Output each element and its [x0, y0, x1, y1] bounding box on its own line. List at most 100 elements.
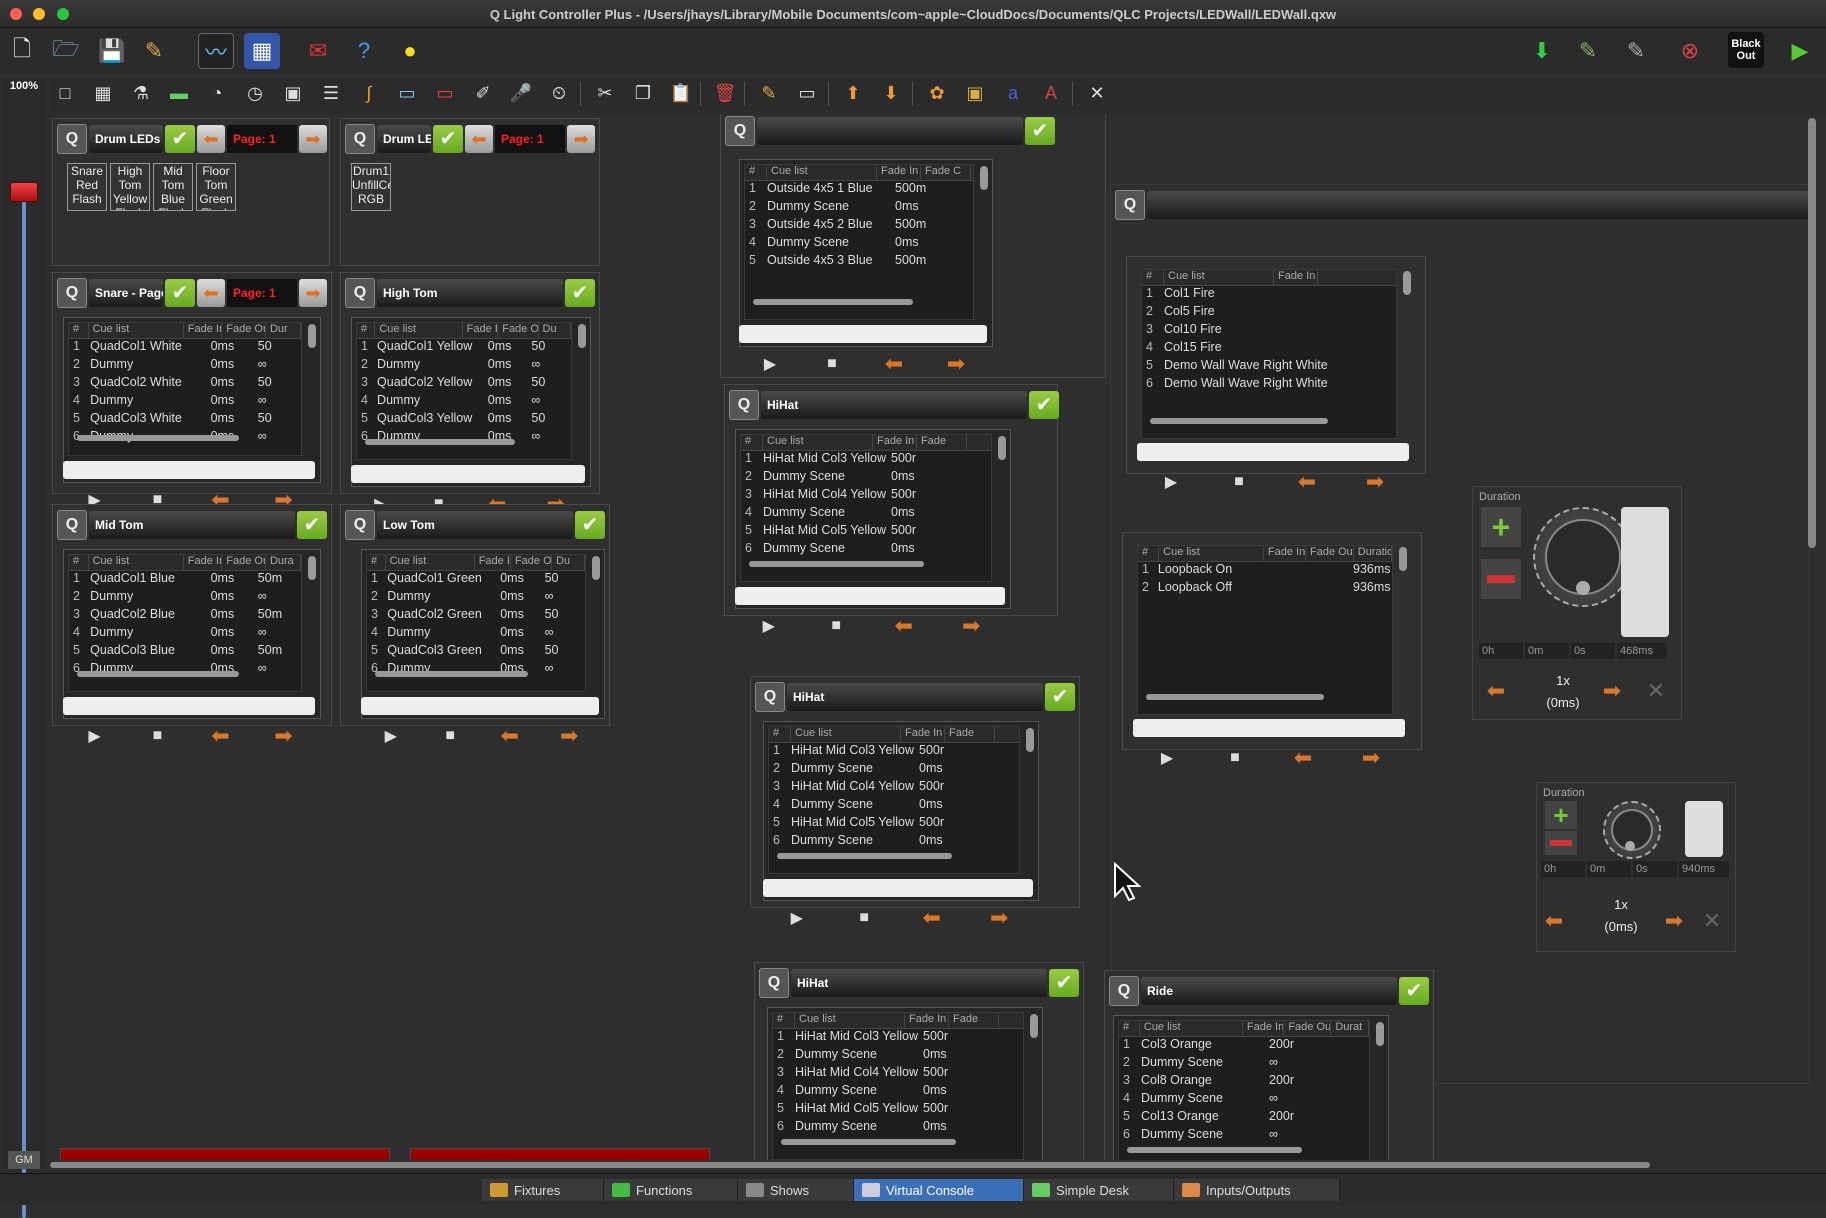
frame-collapse-icon[interactable]: Q [759, 968, 789, 998]
cue-vscroll[interactable] [980, 166, 988, 190]
column-header[interactable]: Fade In [901, 727, 945, 742]
prev-page-button[interactable]: ⬅ [465, 125, 493, 153]
frame-enable-check[interactable]: ✔ [575, 511, 605, 539]
column-header[interactable]: Cue list [1159, 546, 1264, 561]
frame-enable-check[interactable]: ✔ [1399, 977, 1429, 1005]
minutes-field[interactable]: 0m [1525, 643, 1569, 659]
frame-enable-check[interactable]: ✔ [1029, 391, 1059, 419]
column-header[interactable]: Fade In [184, 323, 223, 338]
cue-hscroll[interactable] [375, 671, 528, 677]
table-row[interactable]: 5 QuadCol3 Green 0ms 50 [367, 643, 585, 661]
table-row[interactable]: 2 Dummy 0ms ∞ [69, 589, 301, 607]
mid-tom-cue-list[interactable]: #Cue listFade InFade OutDura1QuadCol1 Bl… [63, 549, 321, 719]
next-cue-icon[interactable]: ➡ [1358, 468, 1392, 496]
page-select[interactable]: Page: 1 [227, 279, 297, 307]
stop-icon[interactable]: ■ [1218, 744, 1252, 772]
cue-vscroll[interactable] [998, 436, 1006, 460]
frame-enable-check[interactable]: ✔ [297, 511, 327, 539]
next-cue-icon[interactable]: ➡ [954, 612, 988, 640]
next-cue-icon[interactable]: ➡ [267, 722, 301, 750]
ride-cue-list[interactable]: # Cue list Fade In Fade Out Durat 1 Col3 Orang… [1113, 1015, 1389, 1164]
previous-cue-icon[interactable]: ⬅ [877, 350, 911, 378]
cue-hscroll[interactable] [1146, 694, 1324, 700]
hihat-cue-list-1[interactable]: # Cue list Fade In Fade 1 HiHat Mid Col3 Yell… [735, 429, 1011, 609]
column-header[interactable]: Fade [917, 435, 967, 450]
column-header[interactable]: Fade Out [1284, 1021, 1332, 1036]
cue-table[interactable]: #Cue listFade InFade OutDu1QuadCol1 Gree… [366, 554, 586, 692]
background-image-icon[interactable]: ▣ [960, 78, 990, 108]
divide-button[interactable]: ⬅ [1537, 907, 1571, 935]
cue-vscroll[interactable] [308, 324, 316, 348]
cue-table[interactable]: # Cue list Fade In Fade C 1 Outside 4x5 1 Blu… [744, 164, 974, 320]
mid-tom-blue-flash-button[interactable]: Mid Tom Blue Flash [153, 163, 193, 211]
cue-table[interactable]: #Cue listFade InFade OutDura1QuadCol1 Bl… [68, 554, 302, 692]
cue-hscroll[interactable] [77, 671, 240, 677]
column-header[interactable]: Fade Out [222, 555, 266, 570]
add-knob-icon[interactable]: ◔ [202, 78, 232, 108]
stop-all-icon[interactable]: ⊗ [1672, 33, 1708, 69]
frame-collapse-icon[interactable]: Q [1115, 190, 1145, 220]
table-row[interactable]: 2 Dummy Scene 0ms [741, 469, 991, 487]
frame-collapse-icon[interactable]: Q [725, 116, 755, 146]
frame-enable-check[interactable]: ✔ [565, 279, 595, 307]
frame-collapse-icon[interactable]: Q [345, 124, 375, 154]
frame-enable-check[interactable]: ✔ [1025, 117, 1055, 145]
stop-icon[interactable]: ■ [1222, 468, 1256, 496]
milliseconds-field[interactable]: 468ms [1617, 643, 1667, 659]
cue-table[interactable]: # Cue list Fade In 1 Col1 Fire 2 Col5 Fire 3 Col… [1141, 269, 1397, 439]
previous-cue-icon[interactable]: ⬅ [493, 722, 527, 750]
column-header[interactable]: Fade In [1274, 270, 1318, 285]
cue-vscroll[interactable] [1376, 1022, 1384, 1046]
speed-dial-knob[interactable] [1533, 507, 1633, 607]
stop-icon[interactable]: ■ [819, 612, 853, 640]
paste-icon[interactable]: 📋 [666, 78, 696, 108]
save-project-icon[interactable]: 💾 [94, 33, 130, 69]
plus-button[interactable]: + [1545, 800, 1577, 830]
previous-cue-icon[interactable]: ⬅ [1290, 468, 1324, 496]
column-header[interactable]: # [745, 165, 767, 180]
add-cue-list-icon[interactable]: ☰ [316, 78, 346, 108]
table-row[interactable]: 5 QuadCol3 White 0ms 50 [69, 411, 301, 429]
table-row[interactable]: 1 QuadCol1 Blue 0ms 50m [69, 571, 301, 589]
multiply-button[interactable]: ➡ [1595, 677, 1629, 705]
table-row[interactable]: 3 QuadCol2 White 0ms 50 [69, 375, 301, 393]
settings-icon[interactable]: ✕ [1082, 78, 1112, 108]
cue-table[interactable]: #Cue listFade InFade OutDu1QuadCol1 Yell… [356, 322, 572, 460]
cue-table[interactable]: # Cue list Fade In Fade 1 HiHat Mid Col3 Yell… [772, 1012, 1024, 1160]
edit-properties-icon[interactable]: ✎ [754, 78, 784, 108]
column-header[interactable]: Cue list [89, 555, 184, 570]
tab-functions[interactable]: Functions [604, 1179, 738, 1201]
cue-hscroll[interactable] [77, 435, 240, 441]
full-screen-icon[interactable]: ✉ [300, 33, 336, 69]
next-page-button[interactable]: ➡ [299, 125, 327, 153]
prev-page-button[interactable]: ⬅ [197, 125, 225, 153]
table-row[interactable]: 4 Dummy 0ms ∞ [367, 625, 585, 643]
column-header[interactable]: # [769, 727, 791, 742]
table-row[interactable]: 1 QuadCol1 Green 0ms 50 [367, 571, 585, 589]
save-as-icon[interactable]: ✎ [136, 33, 172, 69]
table-row[interactable]: 4 Dummy Scene ∞ [1119, 1091, 1369, 1109]
cue-hscroll[interactable] [1127, 1147, 1302, 1153]
milliseconds-field[interactable]: 940ms [1679, 861, 1729, 877]
table-row[interactable]: 6 Dummy Scene 0ms [741, 541, 991, 559]
column-header[interactable]: Fade [945, 727, 995, 742]
hours-field[interactable]: 0h [1541, 861, 1585, 877]
column-header[interactable]: Cue list [1140, 1021, 1243, 1036]
column-header[interactable]: Fade [949, 1013, 999, 1028]
copy-icon[interactable]: ❐ [628, 78, 658, 108]
add-button-matrix-icon[interactable]: ▦ [88, 78, 118, 108]
drum1-unfill-center-rgb-button[interactable]: Drum1 UnfillCen RGB [351, 163, 391, 211]
column-header[interactable]: # [1119, 1021, 1140, 1036]
column-header[interactable]: # [367, 555, 386, 570]
table-row[interactable]: 4 Col15 Fire [1142, 340, 1396, 358]
table-row[interactable]: 2 Dummy Scene 0ms [769, 761, 1019, 779]
table-row[interactable]: 4 Dummy Scene 0ms [745, 235, 973, 253]
page-select[interactable]: Page: 1 [227, 125, 297, 153]
previous-cue-icon[interactable]: ⬅ [1286, 744, 1320, 772]
add-solo-frame-icon[interactable]: ▭ [430, 78, 460, 108]
cue-table[interactable]: # Cue list Fade In Fade Out Durat 1 Col3 Orang… [1118, 1020, 1370, 1164]
column-header[interactable]: Fade In [905, 1013, 949, 1028]
cue-hscroll[interactable] [365, 439, 515, 445]
gm-label[interactable]: GM [8, 1151, 40, 1169]
delete-icon[interactable]: 🗑 [710, 78, 740, 108]
